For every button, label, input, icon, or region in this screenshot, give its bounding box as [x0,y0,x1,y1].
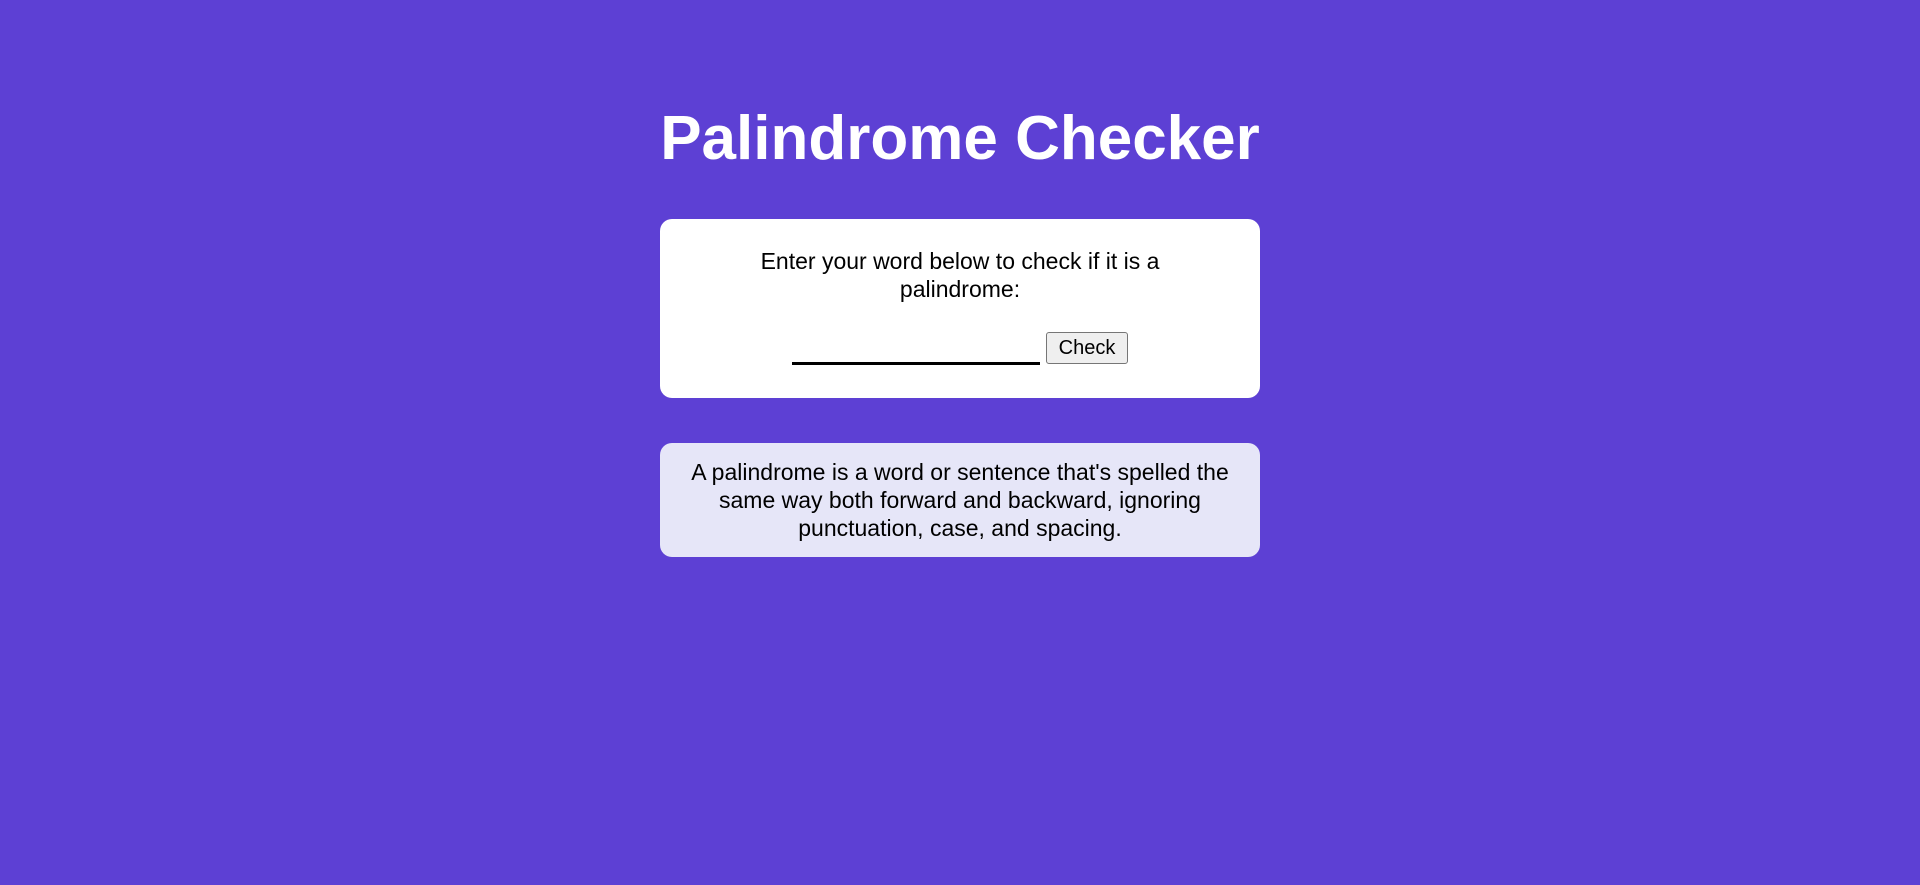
check-button[interactable]: Check [1045,332,1129,364]
info-card: A palindrome is a word or sentence that'… [660,443,1260,557]
word-input[interactable] [791,337,1040,365]
page: Palindrome Checker Enter your word below… [0,0,1920,885]
checker-prompt: Enter your word below to check if it is … [760,248,1160,302]
checker-card: Enter your word below to check if it is … [660,219,1260,398]
page-title: Palindrome Checker [660,104,1260,173]
input-row: Check [680,332,1240,365]
